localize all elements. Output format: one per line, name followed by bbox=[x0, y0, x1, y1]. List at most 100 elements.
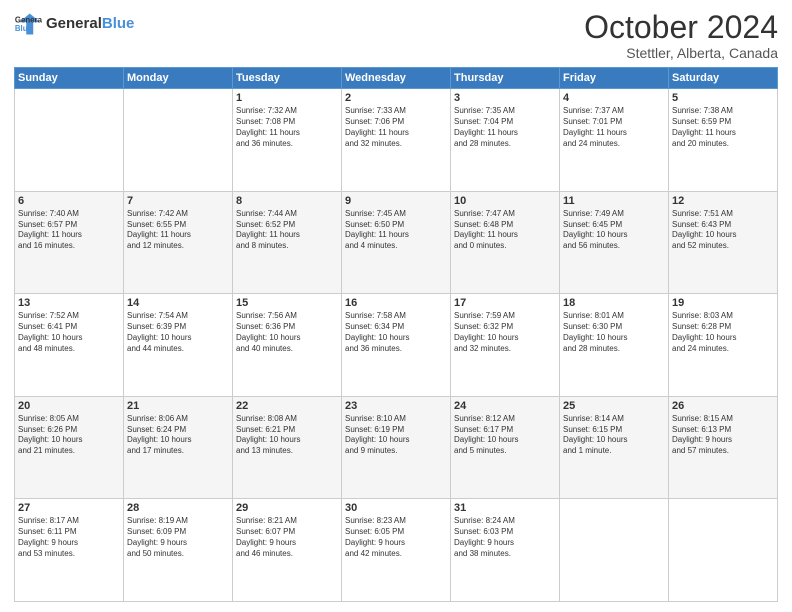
day-number: 14 bbox=[127, 297, 229, 309]
day-detail: Sunrise: 7:49 AM Sunset: 6:45 PM Dayligh… bbox=[563, 209, 665, 252]
day-detail: Sunrise: 8:08 AM Sunset: 6:21 PM Dayligh… bbox=[236, 414, 338, 457]
calendar-cell bbox=[560, 499, 669, 602]
day-detail: Sunrise: 8:24 AM Sunset: 6:03 PM Dayligh… bbox=[454, 516, 556, 559]
calendar-cell: 26Sunrise: 8:15 AM Sunset: 6:13 PM Dayli… bbox=[669, 396, 778, 499]
logo-icon: General Blue bbox=[14, 10, 42, 38]
day-detail: Sunrise: 7:40 AM Sunset: 6:57 PM Dayligh… bbox=[18, 209, 120, 252]
logo-text: GeneralBlue bbox=[46, 15, 134, 33]
day-number: 30 bbox=[345, 502, 447, 514]
calendar-cell: 14 Sunrise: 7:54 AM Sunset: 6:39 PM Dayli… bbox=[124, 294, 233, 397]
calendar-cell bbox=[669, 499, 778, 602]
calendar-header-row: SundayMondayTuesdayWednesdayThursdayFrid… bbox=[15, 68, 778, 89]
day-detail: Sunrise: 8:05 AM Sunset: 6:26 PM Dayligh… bbox=[18, 414, 120, 457]
day-detail: Sunrise: 7:51 AM Sunset: 6:43 PM Dayligh… bbox=[672, 209, 774, 252]
day-number: 1 bbox=[236, 92, 338, 104]
calendar: SundayMondayTuesdayWednesdayThursdayFrid… bbox=[14, 67, 778, 602]
calendar-cell: 9 Sunrise: 7:45 AM Sunset: 6:50 PM Daylig… bbox=[342, 191, 451, 294]
day-detail: Sunrise: 8:01 AM Sunset: 6:30 PM Dayligh… bbox=[563, 311, 665, 354]
calendar-cell: 24Sunrise: 8:12 AM Sunset: 6:17 PM Dayli… bbox=[451, 396, 560, 499]
day-detail: Sunrise: 7:42 AM Sunset: 6:55 PM Dayligh… bbox=[127, 209, 229, 252]
calendar-cell: 16 Sunrise: 7:58 AM Sunset: 6:34 PM Dayli… bbox=[342, 294, 451, 397]
title-block: October 2024 Stettler, Alberta, Canada bbox=[584, 10, 778, 61]
day-detail: Sunrise: 7:58 AM Sunset: 6:34 PM Dayligh… bbox=[345, 311, 447, 354]
day-detail: Sunrise: 7:35 AM Sunset: 7:04 PM Dayligh… bbox=[454, 106, 556, 149]
calendar-cell: 28Sunrise: 8:19 AM Sunset: 6:09 PM Dayli… bbox=[124, 499, 233, 602]
day-detail: Sunrise: 7:32 AM Sunset: 7:08 PM Dayligh… bbox=[236, 106, 338, 149]
calendar-week-row: 13Sunrise: 7:52 AM Sunset: 6:41 PM Dayli… bbox=[15, 294, 778, 397]
calendar-cell: 1 Sunrise: 7:32 AM Sunset: 7:08 PM Daylig… bbox=[233, 89, 342, 192]
calendar-cell: 31 Sunrise: 8:24 AM Sunset: 6:03 PM Dayli… bbox=[451, 499, 560, 602]
day-detail: Sunrise: 7:37 AM Sunset: 7:01 PM Dayligh… bbox=[563, 106, 665, 149]
calendar-day-header: Thursday bbox=[451, 68, 560, 89]
day-number: 3 bbox=[454, 92, 556, 104]
day-number: 25 bbox=[563, 400, 665, 412]
calendar-cell: 4 Sunrise: 7:37 AM Sunset: 7:01 PM Daylig… bbox=[560, 89, 669, 192]
day-number: 26 bbox=[672, 400, 774, 412]
day-detail: Sunrise: 7:52 AM Sunset: 6:41 PM Dayligh… bbox=[18, 311, 120, 354]
day-detail: Sunrise: 7:47 AM Sunset: 6:48 PM Dayligh… bbox=[454, 209, 556, 252]
day-detail: Sunrise: 8:03 AM Sunset: 6:28 PM Dayligh… bbox=[672, 311, 774, 354]
calendar-week-row: 1 Sunrise: 7:32 AM Sunset: 7:08 PM Daylig… bbox=[15, 89, 778, 192]
calendar-week-row: 6Sunrise: 7:40 AM Sunset: 6:57 PM Daylig… bbox=[15, 191, 778, 294]
day-number: 20 bbox=[18, 400, 120, 412]
calendar-cell: 7 Sunrise: 7:42 AM Sunset: 6:55 PM Daylig… bbox=[124, 191, 233, 294]
day-number: 12 bbox=[672, 195, 774, 207]
day-number: 24 bbox=[454, 400, 556, 412]
logo-general: General bbox=[46, 15, 102, 32]
calendar-cell: 3 Sunrise: 7:35 AM Sunset: 7:04 PM Daylig… bbox=[451, 89, 560, 192]
header: General Blue GeneralBlue October 2024 St… bbox=[14, 10, 778, 61]
day-detail: Sunrise: 8:21 AM Sunset: 6:07 PM Dayligh… bbox=[236, 516, 338, 559]
day-number: 9 bbox=[345, 195, 447, 207]
svg-text:Blue: Blue bbox=[15, 24, 33, 33]
calendar-cell: 6Sunrise: 7:40 AM Sunset: 6:57 PM Daylig… bbox=[15, 191, 124, 294]
day-number: 11 bbox=[563, 195, 665, 207]
day-number: 19 bbox=[672, 297, 774, 309]
day-detail: Sunrise: 7:33 AM Sunset: 7:06 PM Dayligh… bbox=[345, 106, 447, 149]
svg-text:General: General bbox=[15, 15, 42, 24]
day-number: 31 bbox=[454, 502, 556, 514]
calendar-cell: 10Sunrise: 7:47 AM Sunset: 6:48 PM Dayli… bbox=[451, 191, 560, 294]
calendar-cell: 17 Sunrise: 7:59 AM Sunset: 6:32 PM Dayli… bbox=[451, 294, 560, 397]
day-number: 18 bbox=[563, 297, 665, 309]
day-detail: Sunrise: 8:10 AM Sunset: 6:19 PM Dayligh… bbox=[345, 414, 447, 457]
calendar-day-header: Sunday bbox=[15, 68, 124, 89]
calendar-cell bbox=[15, 89, 124, 192]
calendar-cell bbox=[124, 89, 233, 192]
calendar-day-header: Friday bbox=[560, 68, 669, 89]
day-number: 17 bbox=[454, 297, 556, 309]
day-number: 23 bbox=[345, 400, 447, 412]
day-number: 7 bbox=[127, 195, 229, 207]
calendar-day-header: Wednesday bbox=[342, 68, 451, 89]
calendar-day-header: Tuesday bbox=[233, 68, 342, 89]
calendar-cell: 20 Sunrise: 8:05 AM Sunset: 6:26 PM Dayli… bbox=[15, 396, 124, 499]
day-number: 15 bbox=[236, 297, 338, 309]
location: Stettler, Alberta, Canada bbox=[584, 45, 778, 61]
logo-blue: Blue bbox=[102, 15, 135, 32]
calendar-cell: 25Sunrise: 8:14 AM Sunset: 6:15 PM Dayli… bbox=[560, 396, 669, 499]
day-number: 16 bbox=[345, 297, 447, 309]
calendar-cell: 12 Sunrise: 7:51 AM Sunset: 6:43 PM Dayli… bbox=[669, 191, 778, 294]
calendar-cell: 30Sunrise: 8:23 AM Sunset: 6:05 PM Dayli… bbox=[342, 499, 451, 602]
day-number: 22 bbox=[236, 400, 338, 412]
day-number: 8 bbox=[236, 195, 338, 207]
day-number: 4 bbox=[563, 92, 665, 104]
day-detail: Sunrise: 7:56 AM Sunset: 6:36 PM Dayligh… bbox=[236, 311, 338, 354]
page: General Blue GeneralBlue October 2024 St… bbox=[0, 0, 792, 612]
calendar-cell: 8 Sunrise: 7:44 AM Sunset: 6:52 PM Daylig… bbox=[233, 191, 342, 294]
day-number: 28 bbox=[127, 502, 229, 514]
calendar-cell: 2Sunrise: 7:33 AM Sunset: 7:06 PM Daylig… bbox=[342, 89, 451, 192]
day-detail: Sunrise: 7:59 AM Sunset: 6:32 PM Dayligh… bbox=[454, 311, 556, 354]
logo: General Blue GeneralBlue bbox=[14, 10, 134, 38]
day-detail: Sunrise: 8:17 AM Sunset: 6:11 PM Dayligh… bbox=[18, 516, 120, 559]
calendar-cell: 23 Sunrise: 8:10 AM Sunset: 6:19 PM Dayli… bbox=[342, 396, 451, 499]
calendar-day-header: Saturday bbox=[669, 68, 778, 89]
calendar-cell: 15 Sunrise: 7:56 AM Sunset: 6:36 PM Dayli… bbox=[233, 294, 342, 397]
day-detail: Sunrise: 7:54 AM Sunset: 6:39 PM Dayligh… bbox=[127, 311, 229, 354]
day-detail: Sunrise: 8:06 AM Sunset: 6:24 PM Dayligh… bbox=[127, 414, 229, 457]
calendar-day-header: Monday bbox=[124, 68, 233, 89]
day-detail: Sunrise: 7:44 AM Sunset: 6:52 PM Dayligh… bbox=[236, 209, 338, 252]
day-detail: Sunrise: 7:38 AM Sunset: 6:59 PM Dayligh… bbox=[672, 106, 774, 149]
calendar-week-row: 27Sunrise: 8:17 AM Sunset: 6:11 PM Dayli… bbox=[15, 499, 778, 602]
calendar-cell: 21Sunrise: 8:06 AM Sunset: 6:24 PM Dayli… bbox=[124, 396, 233, 499]
day-detail: Sunrise: 7:45 AM Sunset: 6:50 PM Dayligh… bbox=[345, 209, 447, 252]
